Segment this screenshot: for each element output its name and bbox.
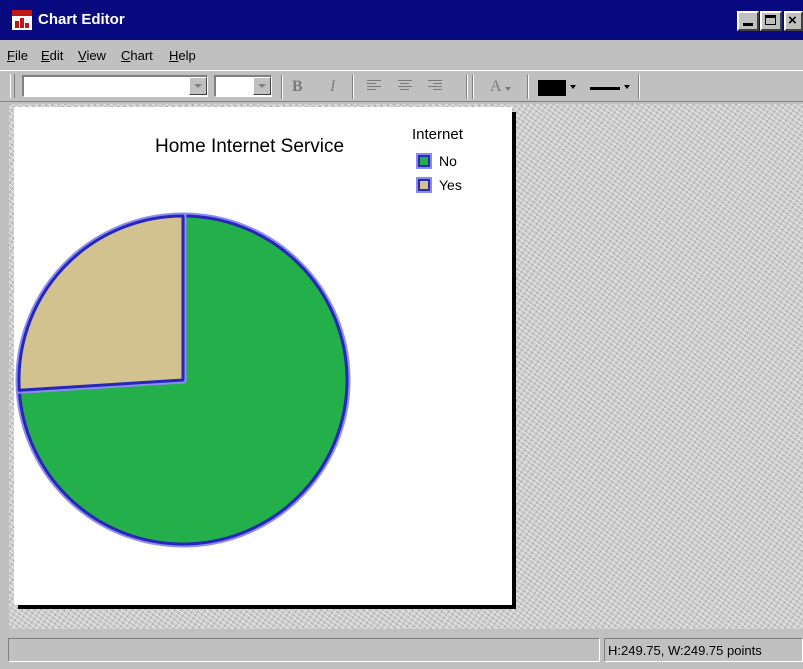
close-button[interactable]: × <box>784 11 803 31</box>
fill-color-icon[interactable] <box>538 80 566 96</box>
minimize-icon <box>743 23 753 26</box>
align-center-icon[interactable] <box>398 80 412 94</box>
font-size-combo[interactable] <box>214 75 272 97</box>
toolbar-separator <box>281 75 283 99</box>
menu-chart[interactable]: Chart <box>121 48 153 63</box>
legend-swatch <box>418 179 430 191</box>
toolbar-separator <box>527 75 529 99</box>
status-bar: H:249.75, W:249.75 points <box>0 631 803 669</box>
window-title: Chart Editor <box>38 11 125 28</box>
maximize-icon <box>765 15 776 25</box>
font-name-combo[interactable] <box>22 75 208 97</box>
text-color-dropdown-icon[interactable] <box>505 87 511 91</box>
toolbar-separator <box>466 75 468 99</box>
menu-file[interactable]: File <box>7 48 28 63</box>
align-right-icon[interactable] <box>428 80 442 94</box>
formatting-toolbar: B I A <box>0 70 803 102</box>
line-style-dropdown-icon[interactable] <box>624 85 630 89</box>
title-bar: Chart Editor × <box>0 0 803 40</box>
toolbar-grip[interactable] <box>10 74 15 98</box>
maximize-button[interactable] <box>760 11 782 31</box>
toolbar-separator <box>472 75 474 99</box>
size-dropdown-arrow-icon[interactable] <box>253 77 271 95</box>
legend-title[interactable]: Internet <box>412 126 463 143</box>
menu-view[interactable]: View <box>78 48 106 63</box>
canvas-shadow-bottom <box>18 605 516 609</box>
legend-swatch <box>418 155 430 167</box>
close-icon: × <box>788 12 797 29</box>
fill-color-dropdown-icon[interactable] <box>570 85 576 89</box>
line-style-icon[interactable] <box>590 87 620 90</box>
status-size-pane: H:249.75, W:249.75 points <box>604 638 803 662</box>
text-color-icon[interactable]: A <box>490 78 502 96</box>
toolbar-separator <box>638 75 640 99</box>
chart-size-readout: H:249.75, W:249.75 points <box>608 643 762 658</box>
bold-button[interactable]: B <box>292 78 303 96</box>
toolbar-separator <box>352 75 354 99</box>
menu-edit[interactable]: Edit <box>41 48 63 63</box>
legend-label: No <box>439 153 457 169</box>
canvas-shadow-right <box>512 112 516 608</box>
status-message-pane <box>8 638 600 662</box>
font-dropdown-arrow-icon[interactable] <box>189 77 207 95</box>
menu-bar: File Edit View Chart Help <box>0 40 803 68</box>
chart-title[interactable]: Home Internet Service <box>155 136 344 158</box>
align-left-icon[interactable] <box>367 80 381 94</box>
menu-help[interactable]: Help <box>169 48 196 63</box>
pie-slice-yes[interactable] <box>17 214 185 392</box>
minimize-button[interactable] <box>737 11 759 31</box>
pie-chart[interactable] <box>14 207 364 557</box>
legend-label: Yes <box>439 177 462 193</box>
italic-button[interactable]: I <box>330 78 335 96</box>
chart-editor-icon <box>12 10 32 30</box>
